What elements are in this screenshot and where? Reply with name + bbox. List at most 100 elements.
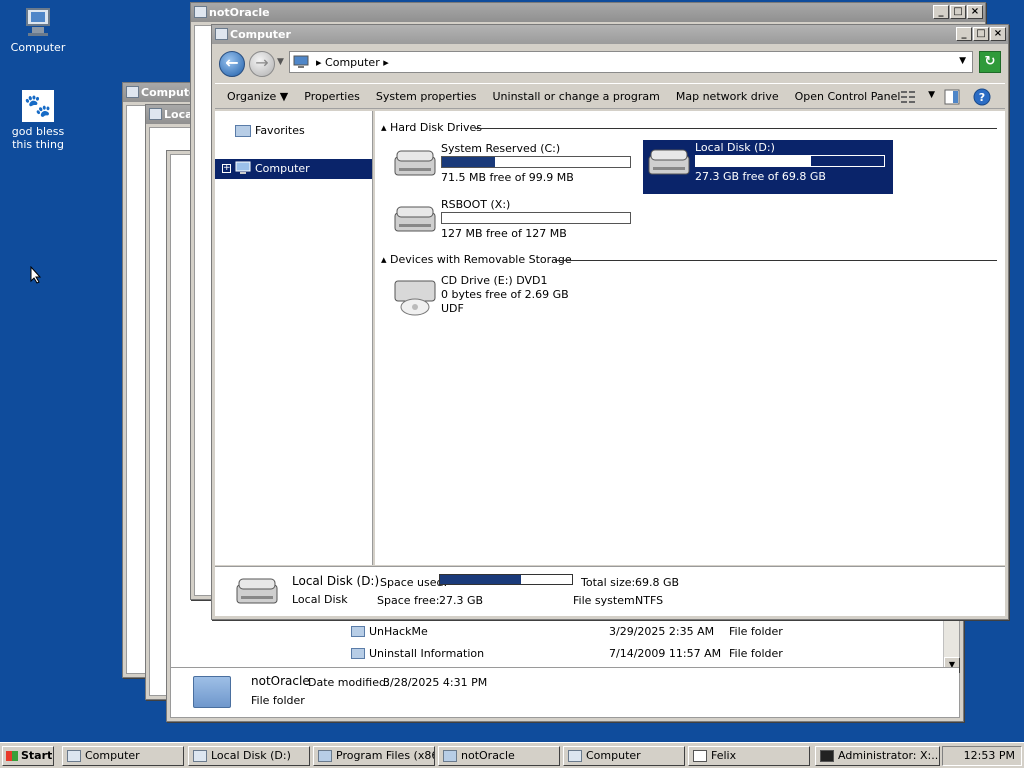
minimize-button[interactable]: _ <box>933 5 949 19</box>
mouse-cursor-icon <box>30 266 42 284</box>
nav-item-favorites[interactable]: Favorites <box>215 121 372 141</box>
drive-icon <box>193 750 207 762</box>
drive-e-cd[interactable]: CD Drive (E:) DVD1 0 bytes free of 2.69 … <box>389 273 639 321</box>
folder-icon <box>443 750 457 762</box>
preview-pane-icon[interactable] <box>943 88 961 106</box>
task-button-computer-2[interactable]: Computer <box>563 746 685 766</box>
window-computer-main[interactable]: Computer _ □ × ← → ▼ ▸ Computer ▸ ▼ ↻ Or… <box>211 24 1009 620</box>
console-icon <box>820 750 834 762</box>
help-icon[interactable]: ? <box>973 88 991 106</box>
computer-icon <box>215 28 228 40</box>
drive-usage-bar <box>441 156 631 168</box>
paw-icon <box>693 750 707 762</box>
group-header-hdd[interactable]: ▴ Hard Disk Drives <box>381 121 482 134</box>
expand-icon[interactable]: + <box>222 164 231 173</box>
task-button-felix[interactable]: Felix <box>688 746 810 766</box>
computer-icon <box>67 750 81 762</box>
total-size-value: 69.8 GB <box>635 576 680 589</box>
computer-icon <box>126 86 139 98</box>
drive-icon <box>149 108 162 120</box>
group-header-removable[interactable]: ▴ Devices with Removable Storage <box>381 253 572 266</box>
command-toolbar: Organize ▼ Properties System properties … <box>215 83 1005 109</box>
history-dropdown-icon[interactable]: ▼ <box>277 57 284 67</box>
task-button-local-disk[interactable]: Local Disk (D:) <box>188 746 310 766</box>
computer-icon <box>293 55 309 68</box>
drive-usage-fill <box>696 156 811 166</box>
properties-button[interactable]: Properties <box>304 90 360 103</box>
address-bar[interactable]: ▸ Computer ▸ ▼ <box>289 51 973 73</box>
group-divider <box>475 128 997 129</box>
group-divider <box>555 260 997 261</box>
close-button[interactable]: × <box>967 5 983 19</box>
task-button-administrator[interactable]: Administrator: X:... <box>815 746 940 766</box>
drive-usage-bar <box>695 155 885 167</box>
taskbar: Start Computer Local Disk (D:) Program F… <box>0 742 1024 768</box>
desktop-icon-felix[interactable]: 🐾 god bless this thing <box>0 90 76 151</box>
maximize-button[interactable]: □ <box>950 5 966 19</box>
organize-button[interactable]: Organize ▼ <box>227 90 288 103</box>
system-properties-button[interactable]: System properties <box>376 90 477 103</box>
space-used-fill <box>440 575 521 584</box>
drive-c[interactable]: System Reserved (C:) 71.5 MB free of 99.… <box>389 141 639 195</box>
window-title: Computer <box>230 28 291 41</box>
map-network-drive-button[interactable]: Map network drive <box>676 90 779 103</box>
folder-icon <box>351 626 365 637</box>
drive-x[interactable]: RSBOOT (X:) 127 MB free of 127 MB <box>389 197 639 251</box>
hard-drive-icon <box>394 150 436 176</box>
space-used-label: Space used: <box>380 576 448 589</box>
detail-date: 3/28/2025 4:31 PM <box>383 676 488 689</box>
table-row[interactable]: Uninstall Information 7/14/2009 11:57 AM… <box>331 643 935 665</box>
hard-drive-icon <box>394 206 436 232</box>
total-size-label: Total size: <box>581 576 636 589</box>
back-button[interactable]: ← <box>219 51 245 77</box>
window-titlebar[interactable]: notOracle _ □ × <box>191 3 985 22</box>
task-button-computer[interactable]: Computer <box>62 746 184 766</box>
desktop-icon-label: god bless this thing <box>11 125 65 151</box>
navigation-pane: Favorites + Computer <box>215 111 373 565</box>
drive-d[interactable]: Local Disk (D:) 27.3 GB free of 69.8 GB <box>643 140 893 194</box>
detail-type: Local Disk <box>292 593 348 606</box>
paw-icon: 🐾 <box>22 90 54 122</box>
detail-type: File folder <box>251 694 305 707</box>
maximize-button[interactable]: □ <box>973 27 989 41</box>
detail-date-label: Date modified: <box>308 676 390 689</box>
refresh-icon[interactable]: ↻ <box>979 51 1001 73</box>
address-dropdown-icon[interactable]: ▼ <box>959 56 966 66</box>
view-options-icon[interactable] <box>899 88 917 106</box>
forward-button[interactable]: → <box>249 51 275 77</box>
space-free-label: Space free: <box>377 594 440 607</box>
hard-drive-icon <box>648 149 690 175</box>
desktop-icon-label: Computer <box>10 41 66 54</box>
system-clock[interactable]: 12:53 PM <box>942 746 1022 766</box>
folder-icon <box>351 648 365 659</box>
view-dropdown-icon[interactable]: ▼ <box>928 90 935 100</box>
nav-item-computer[interactable]: + Computer <box>215 159 372 179</box>
close-button[interactable]: × <box>990 27 1006 41</box>
navigation-bar: ← → ▼ ▸ Computer ▸ ▼ ↻ <box>215 47 1005 79</box>
cd-drive-icon <box>394 280 436 316</box>
hard-drive-icon <box>236 578 278 604</box>
computer-icon <box>235 161 251 174</box>
space-used-bar <box>439 574 573 585</box>
open-control-panel-button[interactable]: Open Control Panel <box>795 90 901 103</box>
star-folder-icon <box>235 125 251 137</box>
task-button-notoracle[interactable]: notOracle <box>438 746 560 766</box>
drive-usage-bar <box>441 212 631 224</box>
content-pane: ▴ Hard Disk Drives System Reserved (C:) … <box>375 111 1005 565</box>
minimize-button[interactable]: _ <box>956 27 972 41</box>
desktop-icon-computer[interactable]: Computer <box>0 6 76 54</box>
breadcrumb[interactable]: ▸ Computer ▸ <box>316 56 389 69</box>
start-button[interactable]: Start <box>2 746 54 766</box>
details-pane: notOracle Date modified: 3/28/2025 4:31 … <box>171 667 959 717</box>
space-free-value: 27.3 GB <box>439 594 484 607</box>
detail-name: notOracle <box>251 674 310 688</box>
table-row[interactable]: UnHackMe 3/29/2025 2:35 AM File folder <box>331 621 935 643</box>
folder-icon <box>194 6 207 18</box>
details-pane: Local Disk (D:) Local Disk Space used: T… <box>215 566 1005 616</box>
folder-icon <box>193 676 231 708</box>
drive-usage-fill <box>442 157 495 167</box>
task-button-program-files[interactable]: Program Files (x86) <box>313 746 435 766</box>
uninstall-program-button[interactable]: Uninstall or change a program <box>493 90 660 103</box>
window-titlebar[interactable]: Computer _ □ × <box>212 25 1008 44</box>
detail-name: Local Disk (D:) <box>292 574 380 588</box>
